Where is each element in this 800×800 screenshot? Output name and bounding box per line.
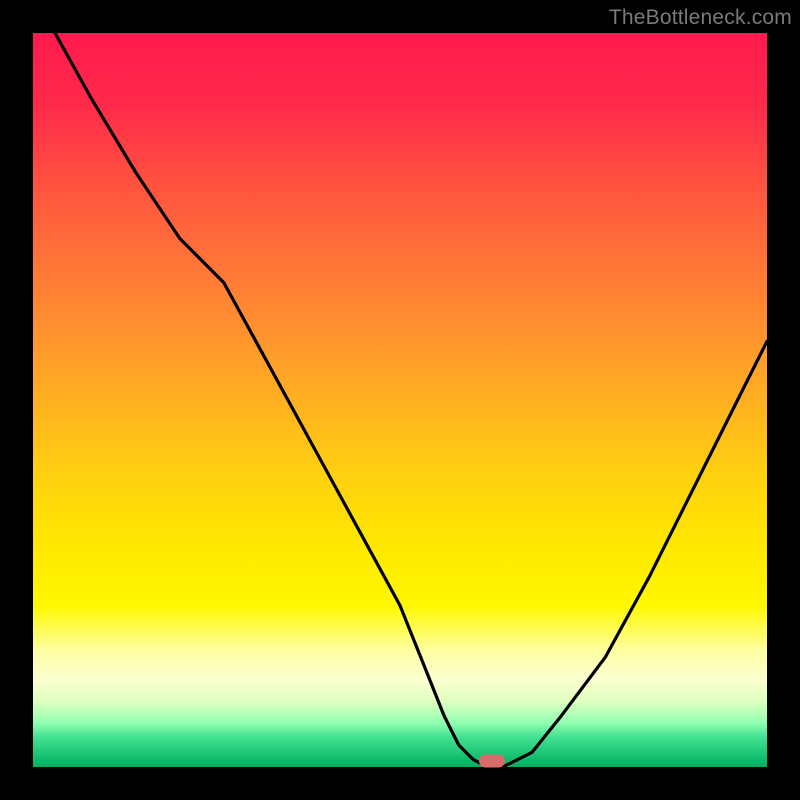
plot-area (33, 33, 767, 767)
optimal-marker (479, 755, 505, 768)
watermark-text: TheBottleneck.com (609, 6, 792, 30)
bottleneck-curve (55, 33, 767, 767)
chart-container: TheBottleneck.com (0, 0, 800, 800)
curve-svg (33, 33, 767, 767)
